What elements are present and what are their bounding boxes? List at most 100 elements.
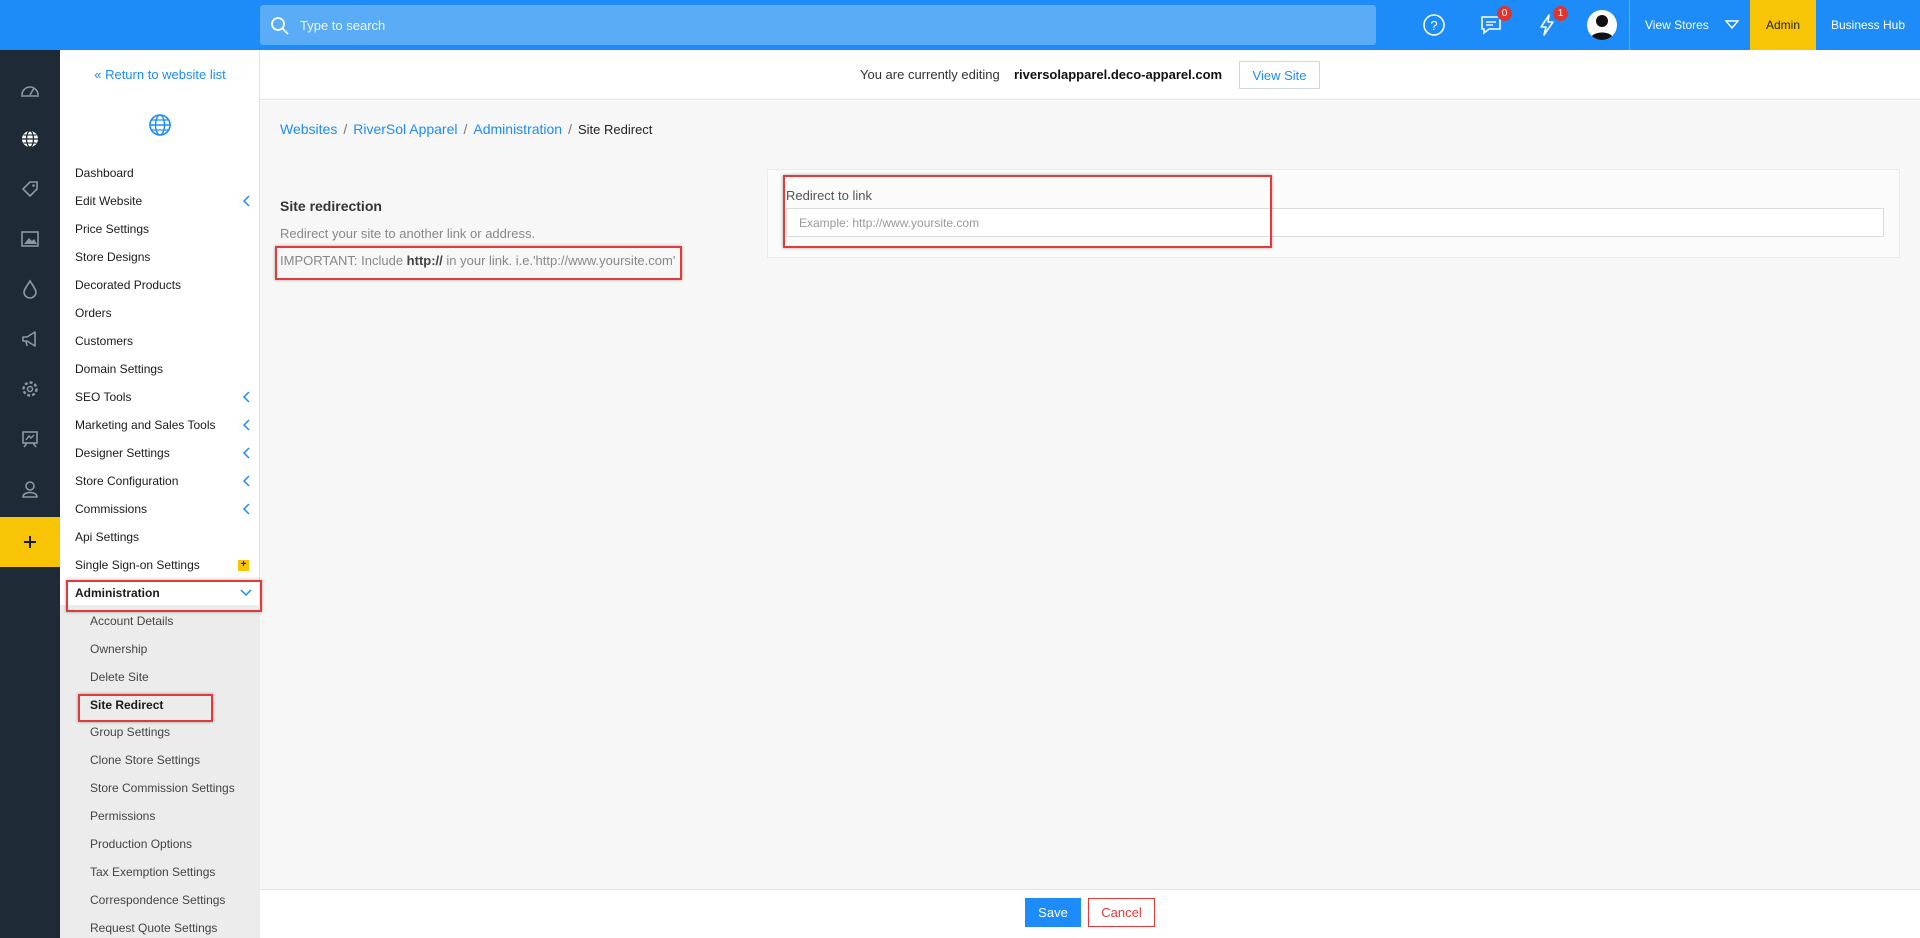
sidebar-item-label: Marketing and Sales Tools xyxy=(75,418,216,432)
search-input[interactable] xyxy=(300,5,1360,45)
chevron-left-icon xyxy=(242,475,250,487)
sidebar-item-seo-tools[interactable]: SEO Tools xyxy=(75,385,255,409)
breadcrumb-store[interactable]: RiverSol Apparel xyxy=(353,121,457,137)
editing-domain: riversolapparel.deco-apparel.com xyxy=(1014,67,1223,82)
important-protocol: http:// xyxy=(406,253,443,268)
storefront-icon xyxy=(22,431,38,448)
chevron-left-icon xyxy=(242,447,250,459)
save-button[interactable]: Save xyxy=(1025,898,1081,927)
editing-label: You are currently editing xyxy=(860,67,1000,82)
return-to-website-list-link[interactable]: « Return to website list xyxy=(60,67,260,82)
sidebar: « Return to website list Dashboard Edit … xyxy=(60,50,260,938)
sidebar-item-price-settings[interactable]: Price Settings xyxy=(75,217,255,241)
cancel-button[interactable]: Cancel xyxy=(1088,898,1155,927)
submenu-item-request-quote-settings[interactable]: Request Quote Settings xyxy=(90,916,260,938)
breadcrumb-administration[interactable]: Administration xyxy=(473,121,562,137)
globe-icon xyxy=(149,114,171,136)
business-hub-button[interactable]: Business Hub xyxy=(1816,0,1920,50)
plus-badge-icon: + xyxy=(238,560,249,571)
user-avatar-icon xyxy=(1590,15,1614,40)
rail-dashboard[interactable] xyxy=(0,65,60,115)
sidebar-item-edit-website[interactable]: Edit Website xyxy=(75,189,255,213)
sidebar-item-api-settings[interactable]: Api Settings xyxy=(75,525,255,549)
sidebar-item-administration[interactable]: Administration xyxy=(75,581,255,605)
help-icon[interactable]: ? xyxy=(1421,12,1447,38)
sidebar-item-label: Orders xyxy=(75,306,112,320)
rail-settings[interactable] xyxy=(0,364,60,414)
image-icon xyxy=(21,231,39,247)
messages-button[interactable]: 0 xyxy=(1478,6,1512,38)
top-bar: ? 0 1 View Stores Admin Business Hub xyxy=(0,0,1920,50)
search-box[interactable] xyxy=(260,5,1376,45)
submenu-item-correspondence-settings[interactable]: Correspondence Settings xyxy=(90,888,260,912)
submenu-item-store-commission-settings[interactable]: Store Commission Settings xyxy=(90,776,260,800)
rail-tags[interactable] xyxy=(0,164,60,214)
main-content: Websites / RiverSol Apparel / Administration… xyxy=(260,101,1920,889)
sidebar-item-label: Commissions xyxy=(75,502,148,516)
breadcrumb-separator: / xyxy=(568,121,572,137)
view-stores-label: View Stores xyxy=(1645,18,1709,32)
redirect-form-card: Redirect to link xyxy=(767,169,1900,258)
sidebar-item-decorated-products[interactable]: Decorated Products xyxy=(75,273,255,297)
submenu-item-group-settings[interactable]: Group Settings xyxy=(90,720,260,744)
submenu-item-clone-store-settings[interactable]: Clone Store Settings xyxy=(90,748,260,772)
submenu-item-account-details[interactable]: Account Details xyxy=(90,609,260,633)
view-site-button[interactable]: View Site xyxy=(1239,61,1320,89)
sidebar-item-designer-settings[interactable]: Designer Settings xyxy=(75,441,255,465)
sidebar-item-customers[interactable]: Customers xyxy=(75,329,255,353)
rail-users[interactable] xyxy=(0,464,60,514)
sidebar-item-label: Api Settings xyxy=(75,530,140,544)
chevron-left-icon xyxy=(242,503,250,515)
user-icon xyxy=(22,481,38,498)
sidebar-item-label: Price Settings xyxy=(75,222,150,236)
rail-add-button[interactable] xyxy=(0,517,60,567)
notifications-button[interactable]: 1 xyxy=(1534,6,1568,38)
chevron-down-icon xyxy=(1725,20,1739,30)
sidebar-item-commissions[interactable]: Commissions xyxy=(75,497,255,521)
rail-websites[interactable] xyxy=(0,114,60,164)
sidebar-item-single-sign-on-settings[interactable]: Single Sign-on Settings + xyxy=(75,553,255,577)
submenu-item-delete-site[interactable]: Delete Site xyxy=(90,665,260,689)
rail-store[interactable] xyxy=(0,414,60,464)
submenu-item-site-redirect[interactable]: Site Redirect xyxy=(90,693,260,717)
sidebar-item-label: Customers xyxy=(75,334,134,348)
important-prefix: IMPORTANT: Include xyxy=(280,253,407,268)
sidebar-item-label: Domain Settings xyxy=(75,362,164,376)
sidebar-item-dashboard[interactable]: Dashboard xyxy=(75,161,255,185)
sidebar-item-marketing-and-sales-tools[interactable]: Marketing and Sales Tools xyxy=(75,413,255,437)
chevron-left-icon xyxy=(242,195,250,207)
sidebar-item-domain-settings[interactable]: Domain Settings xyxy=(75,357,255,381)
sidebar-item-label: SEO Tools xyxy=(75,390,132,404)
submenu-item-permissions[interactable]: Permissions xyxy=(90,804,260,828)
redirect-field-label: Redirect to link xyxy=(786,188,872,203)
plus-icon xyxy=(24,536,36,548)
view-stores-dropdown[interactable]: View Stores xyxy=(1645,0,1739,50)
section-description: Redirect your site to another link or ad… xyxy=(280,226,536,241)
redirect-link-input[interactable] xyxy=(786,208,1884,237)
sidebar-item-store-configuration[interactable]: Store Configuration xyxy=(75,469,255,493)
breadcrumb: Websites / RiverSol Apparel / Administration… xyxy=(280,121,652,137)
sidebar-item-label: Dashboard xyxy=(75,166,134,180)
globe-icon xyxy=(22,130,38,148)
sidebar-item-label: Administration xyxy=(75,586,160,600)
user-avatar[interactable] xyxy=(1587,10,1617,40)
tag-icon xyxy=(21,181,38,198)
submenu-item-production-options[interactable]: Production Options xyxy=(90,832,260,856)
administration-submenu: Account Details Ownership Delete Site Si… xyxy=(60,605,260,938)
sidebar-item-orders[interactable]: Orders xyxy=(75,301,255,325)
chevron-down-icon xyxy=(240,589,252,597)
svg-text:?: ? xyxy=(1430,18,1437,33)
rail-marketing[interactable] xyxy=(0,314,60,364)
rail-colors[interactable] xyxy=(0,264,60,314)
submenu-item-tax-exemption-settings[interactable]: Tax Exemption Settings xyxy=(90,860,260,884)
chevron-left-icon xyxy=(242,419,250,431)
breadcrumb-websites[interactable]: Websites xyxy=(280,121,337,137)
breadcrumb-separator: / xyxy=(343,121,348,137)
submenu-item-ownership[interactable]: Ownership xyxy=(90,637,260,661)
sidebar-item-store-designs[interactable]: Store Designs xyxy=(75,245,255,269)
admin-button[interactable]: Admin xyxy=(1750,0,1816,50)
rail-images[interactable] xyxy=(0,214,60,264)
breadcrumb-separator: / xyxy=(463,121,468,137)
sidebar-item-label: Store Designs xyxy=(75,250,151,264)
footer-actions: Save Cancel xyxy=(260,889,1920,938)
